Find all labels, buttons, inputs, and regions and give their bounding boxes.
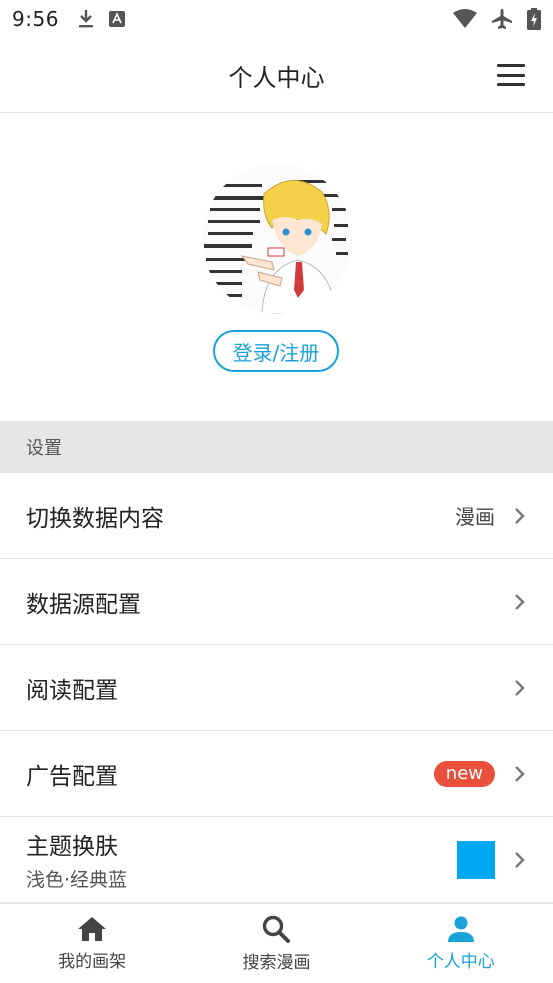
login-register-button[interactable]: 登录/注册: [213, 330, 339, 372]
settings-section-header: 设置: [0, 421, 553, 473]
row-label: 广告配置: [26, 763, 118, 790]
page-title: 个人中心: [228, 63, 325, 92]
row-value: 漫画: [455, 505, 495, 529]
download-icon: [77, 9, 95, 29]
row-label: 主题换肤: [26, 834, 118, 860]
chevron-right-icon: [515, 765, 525, 782]
menu-icon: [497, 64, 525, 67]
search-icon: [261, 914, 291, 944]
data-source-config-row[interactable]: 数据源配置: [0, 559, 553, 645]
theme-skin-row[interactable]: 主题换肤 浅色·经典蓝: [0, 817, 553, 903]
chevron-right-icon: [515, 679, 525, 696]
new-badge: new: [433, 760, 495, 787]
ad-config-row[interactable]: 广告配置 new: [0, 731, 553, 817]
nav-label: 搜索漫画: [242, 953, 311, 973]
row-label: 阅读配置: [26, 677, 118, 704]
row-label: 切换数据内容: [26, 505, 164, 532]
chevron-right-icon: [515, 593, 525, 610]
avatar[interactable]: [202, 164, 352, 314]
theme-color-swatch: [457, 840, 495, 879]
app-header: 个人中心: [0, 38, 553, 113]
reading-config-row[interactable]: 阅读配置: [0, 645, 553, 731]
switch-data-content-row[interactable]: 切换数据内容 漫画: [0, 473, 553, 559]
status-bar: 9:56: [0, 0, 553, 38]
profile-section: 登录/注册: [0, 114, 553, 421]
nav-search[interactable]: 搜索漫画: [184, 904, 368, 983]
row-label: 数据源配置: [26, 591, 141, 618]
person-icon: [446, 915, 476, 943]
nav-label: 个人中心: [426, 952, 495, 972]
app-notification-icon: [108, 11, 125, 27]
chevron-right-icon: [515, 851, 525, 868]
nav-my-shelf[interactable]: 我的画架: [0, 904, 184, 983]
bottom-nav: 我的画架 搜索漫画 个人中心: [0, 903, 553, 983]
theme-subtitle: 浅色·经典蓝: [26, 869, 128, 891]
home-icon: [76, 915, 108, 943]
nav-personal-center[interactable]: 个人中心: [369, 904, 553, 983]
settings-list: 切换数据内容 漫画 数据源配置 阅读配置 广告配置 new 主题换肤 浅色·经典…: [0, 473, 553, 903]
menu-button[interactable]: [497, 64, 525, 86]
chevron-right-icon: [515, 507, 525, 524]
wifi-icon: [453, 9, 477, 29]
battery-icon: [527, 8, 541, 30]
airplane-icon: [491, 8, 513, 30]
nav-label: 我的画架: [58, 952, 127, 972]
status-time: 9:56: [12, 7, 59, 31]
